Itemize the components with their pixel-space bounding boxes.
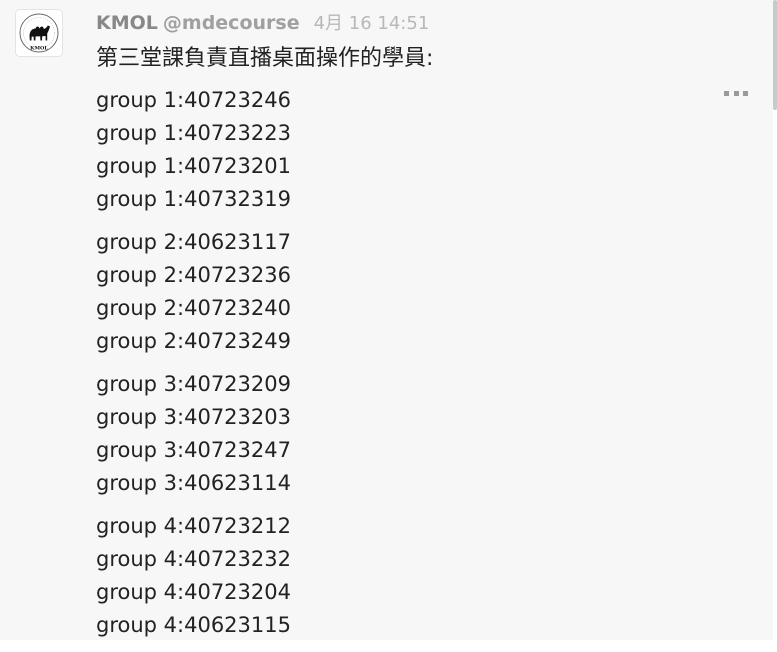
member-line: group 3:40723203 [96, 405, 291, 429]
chat-message: KMOL KMOL @mdecourse 4月 16 14:51 第三堂課負責直播桌… [0, 0, 773, 652]
scrollbar-thumb[interactable] [773, 0, 777, 110]
group-block: group 1:40723246 group 1:40723223 group … [96, 84, 291, 216]
message-divider [0, 640, 773, 652]
group-block: group 4:40723212 group 4:40723232 group … [96, 510, 291, 642]
message-meta: KMOL @mdecourse 4月 16 14:51 [96, 9, 429, 35]
author-name[interactable]: KMOL [96, 12, 158, 34]
message-lead-text: 第三堂課負責直播桌面操作的學員: [96, 46, 434, 71]
group-block: group 2:40623117 group 2:40723236 group … [96, 226, 291, 358]
member-line: group 4:40623115 [96, 613, 291, 637]
member-line: group 1:40723223 [96, 121, 291, 145]
chat-view: KMOL KMOL @mdecourse 4月 16 14:51 第三堂課負責直播桌… [0, 0, 777, 652]
camel-logo-icon: KMOL [19, 13, 59, 53]
member-line: group 4:40723232 [96, 547, 291, 571]
member-line: group 2:40723249 [96, 329, 291, 353]
message-timestamp[interactable]: 4月 16 14:51 [314, 13, 430, 34]
avatar[interactable]: KMOL [16, 10, 62, 56]
member-line: group 3:40723209 [96, 372, 291, 396]
member-line: group 1:40723246 [96, 88, 291, 112]
member-line: group 2:40723240 [96, 296, 291, 320]
author-handle[interactable]: @mdecourse [163, 12, 300, 34]
group-block: group 3:40723209 group 3:40723203 group … [96, 368, 291, 500]
ellipsis-icon [724, 90, 729, 96]
member-line: group 2:40623117 [96, 230, 291, 254]
scrollbar[interactable] [773, 0, 777, 652]
member-line: group 2:40723236 [96, 263, 291, 287]
group-list: group 1:40723246 group 1:40723223 group … [96, 84, 291, 652]
member-line: group 3:40623114 [96, 471, 291, 495]
more-actions-button[interactable] [724, 86, 748, 100]
member-line: group 1:40723201 [96, 154, 291, 178]
ellipsis-icon [743, 90, 748, 96]
member-line: group 4:40723212 [96, 514, 291, 538]
member-line: group 3:40723247 [96, 438, 291, 462]
ellipsis-icon [733, 90, 739, 96]
avatar-logo-text: KMOL [30, 46, 48, 52]
member-line: group 4:40723204 [96, 580, 291, 604]
member-line: group 1:40732319 [96, 187, 291, 211]
